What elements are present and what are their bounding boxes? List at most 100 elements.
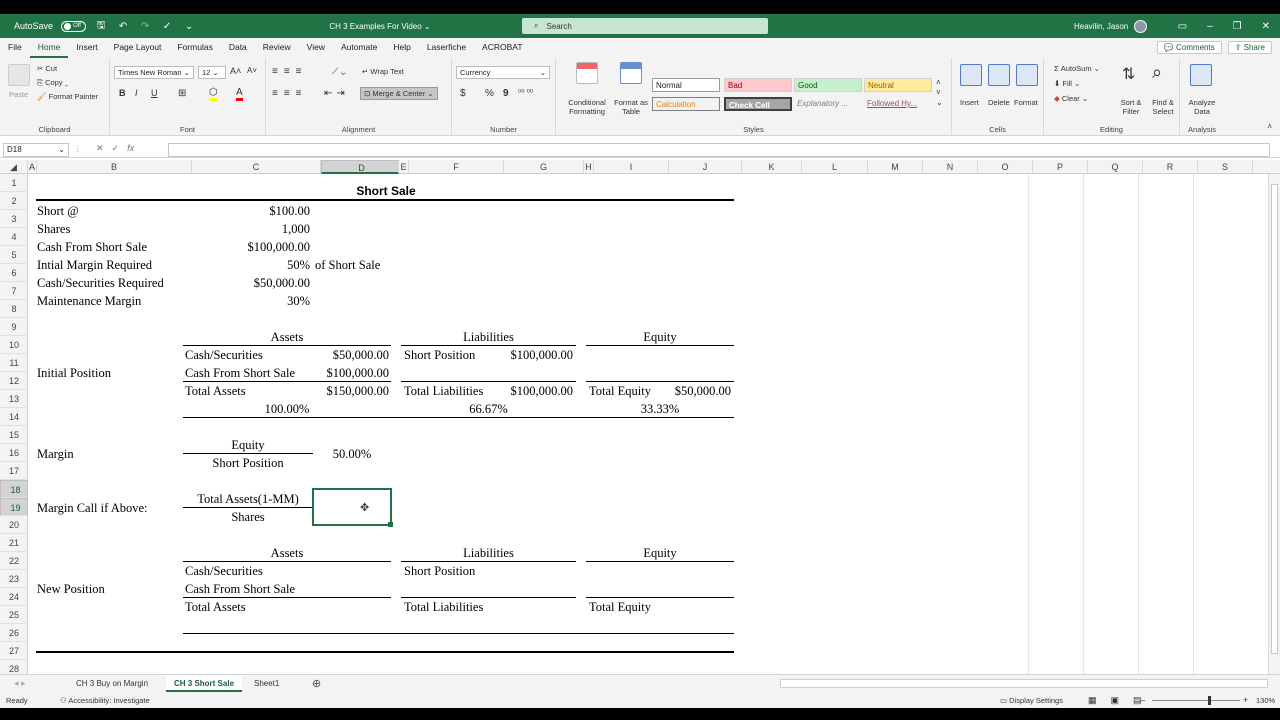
input-note[interactable]: of Short Sale [315,256,380,274]
worksheet-grid[interactable]: Short Sale Short @ $100.00 Shares 1,000 … [28,174,1268,674]
style-check-cell[interactable]: Check Cell [724,97,792,111]
row-header-9[interactable]: 9 [0,318,28,336]
close-icon[interactable]: ✕ [1262,21,1270,32]
row-header-23[interactable]: 23 [0,570,28,588]
find-select-button[interactable]: Find & Select [1148,98,1178,116]
sheet-tab-ch-3-buy-on-margin[interactable]: CH 3 Buy on Margin [68,675,156,692]
row-header-19[interactable]: 19 [0,498,28,516]
font-color-icon[interactable]: A [236,87,243,101]
vertical-align-icons[interactable]: ≡≡≡ [272,66,308,77]
accessibility-button[interactable]: ⚇ Accessibility: Investigate [60,696,150,705]
delete-cells-icon[interactable] [988,64,1010,86]
column-header-Q[interactable]: Q [1088,160,1143,174]
margin-call-denominator[interactable]: Shares [183,508,313,526]
row-header-3[interactable]: 3 [0,210,28,228]
cut-button[interactable]: ✂ Cut [37,64,57,73]
style-normal[interactable]: Normal [652,78,720,92]
assets-header[interactable]: Assets [183,328,391,346]
format-painter-button[interactable]: 🖌 Format Painter [37,92,98,101]
tab-insert[interactable]: Insert [68,38,105,58]
assets-percent[interactable]: 100.00% [183,400,391,418]
row-header-5[interactable]: 5 [0,246,28,264]
liability-label[interactable]: Short Position [404,346,475,364]
margin-label[interactable]: Margin [37,445,74,463]
clear-button[interactable]: ◆ Clear ⌄ [1054,94,1088,103]
new-asset-label[interactable]: Cash From Short Sale [185,580,295,598]
row-header-20[interactable]: 20 [0,516,28,534]
fill-color-icon[interactable]: ⬡ [209,87,218,101]
conditional-formatting-icon[interactable] [576,62,598,84]
new-asset-label[interactable]: Cash/Securities [185,562,263,580]
input-label[interactable]: Cash From Short Sale [37,238,147,256]
document-title[interactable]: CH 3 Examples For Video ⌄ [300,22,460,31]
row-header-8[interactable]: 8 [0,300,28,318]
underline-button[interactable]: U [151,88,158,98]
total-liabilities-value[interactable]: $100,000.00 [474,382,574,400]
liabilities-percent[interactable]: 66.67% [401,400,576,418]
tab-page-layout[interactable]: Page Layout [106,38,170,58]
row-header-6[interactable]: 6 [0,264,28,282]
row-header-27[interactable]: 27 [0,642,28,660]
input-value[interactable]: 50% [208,256,310,274]
decimal-icons[interactable]: ⁰⁰ ⁰⁰ [518,88,533,97]
column-header-S[interactable]: S [1198,160,1253,174]
restore-icon[interactable]: ❐ [1233,21,1242,32]
row-header-7[interactable]: 7 [0,282,28,300]
row-header-24[interactable]: 24 [0,588,28,606]
orientation-icon[interactable]: ⟋ ⌄ [332,66,346,77]
row-header-2[interactable]: 2 [0,192,28,210]
conditional-formatting-button[interactable]: Conditional Formatting [562,98,612,116]
input-value[interactable]: $100,000.00 [208,238,311,256]
row-header-13[interactable]: 13 [0,390,28,408]
margin-numerator[interactable]: Equity [183,436,313,454]
row-header-1[interactable]: 1 [0,174,28,192]
sort-filter-icon[interactable]: ⇅ [1122,64,1135,84]
font-name-select[interactable]: Times New Roman ⌄ [114,66,194,79]
tab-review[interactable]: Review [255,38,299,58]
redo-icon[interactable]: ↷ [138,21,152,32]
comments-button[interactable]: 💬 Comments [1156,41,1222,54]
ribbon-display-icon[interactable]: ▭ [1178,21,1187,32]
margin-call-label[interactable]: Margin Call if Above: [37,499,148,517]
input-value[interactable]: $50,000.00 [208,274,310,292]
row-header-16[interactable]: 16 [0,444,28,462]
new-total-equity-label[interactable]: Total Equity [589,598,651,616]
margin-call-numerator[interactable]: Total Assets(1-MM) [183,490,313,508]
row-header-17[interactable]: 17 [0,462,28,480]
column-header-D[interactable]: D [321,160,399,174]
tab-laserfiche[interactable]: Laserfiche [419,38,474,58]
equity-percent[interactable]: 33.33% [586,400,734,418]
fill-button[interactable]: ⬇ Fill ⌄ [1054,79,1080,88]
undo-icon[interactable]: ↶ [116,21,130,32]
tab-formulas[interactable]: Formulas [169,38,220,58]
tab-acrobat[interactable]: ACROBAT [474,38,530,58]
tab-data[interactable]: Data [221,38,255,58]
bold-button[interactable]: B [119,88,126,98]
sheet-title[interactable]: Short Sale [326,182,446,200]
column-header-A[interactable]: A [28,160,37,174]
row-header-4[interactable]: 4 [0,228,28,246]
asset-value[interactable]: $100,000.00 [290,364,390,382]
horizontal-scrollbar[interactable] [780,679,1268,688]
total-liabilities-label[interactable]: Total Liabilities [404,382,483,400]
row-header-10[interactable]: 10 [0,336,28,354]
insert-function-button[interactable]: fx [127,143,134,153]
zoom-level[interactable]: 130% [1256,696,1275,705]
style-neutral[interactable]: Neutral [864,78,932,92]
format-as-table-button[interactable]: Format as Table [611,98,651,116]
total-assets-label[interactable]: Total Assets [185,382,246,400]
column-header-M[interactable]: M [868,160,923,174]
column-header-H[interactable]: H [584,160,594,174]
column-header-L[interactable]: L [802,160,868,174]
display-settings-button[interactable]: ▭ Display Settings [1000,696,1063,705]
margin-denominator[interactable]: Short Position [183,454,313,472]
currency-button[interactable]: $ [460,88,466,99]
fill-handle[interactable] [388,522,393,527]
insert-cells-icon[interactable] [960,64,982,86]
sheet-tab-ch-3-short-sale[interactable]: CH 3 Short Sale [166,675,243,692]
liabilities-header[interactable]: Liabilities [401,328,576,346]
liability-value[interactable]: $100,000.00 [474,346,574,364]
new-position-label[interactable]: New Position [37,580,105,598]
column-header-R[interactable]: R [1143,160,1198,174]
style-bad[interactable]: Bad [724,78,792,92]
